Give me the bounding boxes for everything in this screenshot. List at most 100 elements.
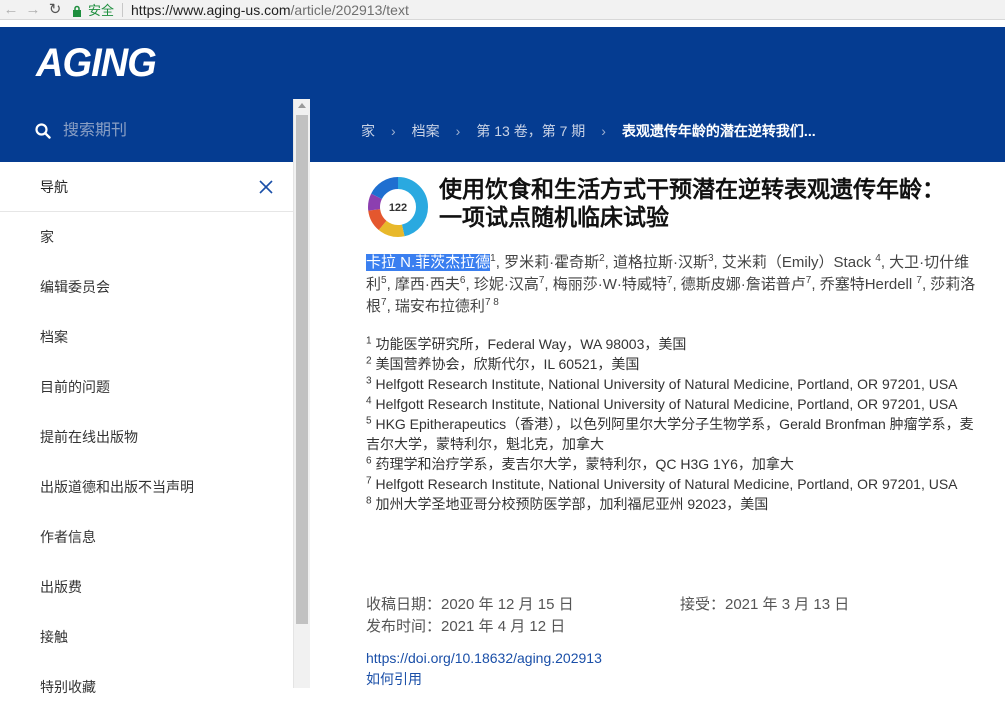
url-field[interactable]: 安全 https://www.aging-us.com/article/2029… — [72, 0, 409, 20]
affiliation-text: Helfgott Research Institute, National Un… — [375, 376, 958, 392]
author-sup: 7 — [666, 275, 673, 286]
author-name[interactable]: 道格拉斯·汉斯 — [613, 254, 708, 271]
breadcrumb-archive[interactable]: 档案 — [412, 121, 440, 141]
affiliation-text: Helfgott Research Institute, National Un… — [375, 476, 958, 492]
author-name[interactable]: 摩西·西夫 — [395, 276, 460, 293]
sidebar-item-contact[interactable]: 接触 — [0, 612, 293, 662]
breadcrumb-issue[interactable]: 第 13 卷，第 7 期 — [476, 121, 585, 141]
sidebar-item-author-info[interactable]: 作者信息 — [0, 512, 293, 562]
author-name[interactable]: 艾米莉（Emily）Stack — [722, 254, 875, 271]
sidebar-item-label: 编辑委员会 — [40, 279, 110, 295]
article-title: 使用饮食和生活方式干预潜在逆转表观遗传年龄：一项试点随机临床试验 — [439, 177, 945, 231]
breadcrumb-home[interactable]: 家 — [361, 121, 375, 141]
affiliation-item: 6 药理学和治疗学系，麦吉尔大学，蒙特利尔，QC H3G 1Y6，加拿大 — [366, 454, 976, 474]
author-sup: 3 — [707, 253, 714, 264]
affiliation-text: Helfgott Research Institute, National Un… — [375, 396, 958, 412]
affiliation-item: 2 美国营养协会，欣斯代尔，IL 60521，美国 — [366, 354, 976, 374]
affiliation-text: 功能医学研究所，Federal Way，WA 98003，美国 — [375, 336, 687, 352]
affiliation-num: 7 — [366, 475, 372, 487]
author-sup: 7 — [538, 275, 545, 286]
sidebar-item-label: 特别收藏 — [40, 679, 96, 695]
search-box — [0, 99, 293, 162]
author-list: 卡拉 N.菲茨杰拉德1, 罗米莉·霍奇斯2, 道格拉斯·汉斯3, 艾米莉（Emi… — [366, 253, 976, 315]
sidebar-item-label: 档案 — [40, 329, 68, 345]
author-name[interactable]: 罗米莉·霍奇斯 — [504, 254, 599, 271]
sidebar-item-ethics[interactable]: 出版道德和出版不当声明 — [0, 462, 293, 512]
affiliation-num: 6 — [366, 455, 372, 467]
scroll-up-arrow-icon[interactable] — [298, 103, 306, 108]
breadcrumb: 家 › 档案 › 第 13 卷，第 7 期 › 表观遗传年龄的潜在逆转我们... — [310, 99, 1005, 162]
chevron-right-icon: › — [601, 122, 606, 139]
scroll-thumb[interactable] — [296, 115, 308, 624]
nav-header: 导航 — [0, 162, 293, 212]
author-sup: 7 — [805, 275, 812, 286]
affiliation-item: 8 加州大学圣地亚哥分校预防医学部，加利福尼亚州 92023，美国 — [366, 494, 976, 514]
sidebar-item-label: 目前的问题 — [40, 379, 110, 395]
article-main: 122 使用饮食和生活方式干预潜在逆转表观遗传年龄：一项试点随机临床试验 卡拉 … — [310, 162, 1005, 688]
sidebar-item-label: 出版道德和出版不当声明 — [40, 479, 194, 495]
author-name[interactable]: 瑞安布拉德利 — [395, 298, 485, 315]
affiliation-item: 7 Helfgott Research Institute, National … — [366, 474, 976, 494]
reload-icon[interactable]: ↻ — [44, 0, 66, 20]
aging-logo[interactable]: AGING — [36, 41, 157, 85]
affiliation-list: 1 功能医学研究所，Federal Way，WA 98003，美国 2 美国营养… — [366, 334, 976, 514]
sidebar-item-current-issue[interactable]: 目前的问题 — [0, 362, 293, 412]
article-dates: 收稿日期：2020 年 12 月 15 日 接受：2021 年 3 月 13 日… — [366, 594, 976, 638]
chevron-right-icon: › — [391, 122, 396, 139]
sidebar-item-archive[interactable]: 档案 — [0, 312, 293, 362]
author-name[interactable]: 德斯皮娜·詹诺普卢 — [681, 276, 806, 293]
author-name[interactable]: 珍妮·汉高 — [474, 276, 539, 293]
altmetric-donut-badge[interactable]: 122 — [365, 174, 431, 240]
forward-arrow-icon[interactable]: → — [22, 0, 44, 20]
author-name[interactable]: 乔塞特Herdell — [820, 276, 917, 293]
search-icon[interactable] — [35, 122, 51, 139]
sidebar-item-home[interactable]: 家 — [0, 212, 293, 262]
sidebar-item-label: 家 — [40, 229, 54, 245]
affiliation-text: HKG Epitherapeutics（香港），以色列阿里尔大学分子生物学系，G… — [366, 416, 974, 452]
lock-icon — [73, 5, 81, 17]
doi-link[interactable]: https://doi.org/10.18632/aging.202913 — [366, 650, 602, 666]
affiliation-item: 1 功能医学研究所，Federal Way，WA 98003，美国 — [366, 334, 976, 354]
url-host: https://www.aging-us.com — [131, 1, 291, 18]
divider — [122, 2, 124, 17]
sidebar-item-editorial-board[interactable]: 编辑委员会 — [0, 262, 293, 312]
secure-label: 安全 — [88, 3, 115, 18]
author-sup: 6 — [459, 275, 466, 286]
affiliation-text: 美国营养协会，欣斯代尔，IL 60521，美国 — [375, 356, 640, 372]
author-sup: 5 — [381, 275, 387, 286]
affiliation-text: 药理学和治疗学系，麦吉尔大学，蒙特利尔，QC H3G 1Y6，加拿大 — [375, 456, 794, 472]
sidebar-item-special-collections[interactable]: 特别收藏 — [0, 662, 293, 712]
affiliation-item: 4 Helfgott Research Institute, National … — [366, 394, 976, 414]
chevron-right-icon: › — [455, 122, 461, 139]
affiliation-num: 8 — [366, 495, 372, 507]
url-text[interactable]: https://www.aging-us.com/article/202913/… — [131, 2, 409, 18]
sidebar-item-label: 作者信息 — [40, 529, 96, 545]
received-date: 收稿日期：2020 年 12 月 15 日 — [366, 596, 574, 613]
back-arrow-icon[interactable]: ← — [0, 0, 22, 20]
site-header: AGING — [0, 27, 1005, 99]
affiliation-item: 3 Helfgott Research Institute, National … — [366, 374, 976, 394]
sidebar-item-advance-online[interactable]: 提前在线出版物 — [0, 412, 293, 462]
affiliation-text: 加州大学圣地亚哥分校预防医学部，加利福尼亚州 92023，美国 — [375, 496, 769, 512]
browser-address-bar: ← → ↻ 安全 https://www.aging-us.com/articl… — [0, 0, 1005, 20]
author-sup: 7 — [381, 297, 387, 308]
accepted-date: 接受：2021 年 3 月 13 日 — [680, 596, 850, 613]
author-sup: 1 — [490, 253, 496, 264]
author-sup: 7 — [916, 275, 922, 286]
affiliation-num: 3 — [366, 375, 372, 387]
sidebar-item-fees[interactable]: 出版费 — [0, 562, 293, 612]
affiliation-num: 2 — [366, 355, 372, 367]
author-name[interactable]: 梅丽莎·W·特威特 — [553, 276, 667, 293]
author-sup: 4 — [875, 253, 881, 264]
author-name[interactable]: 卡拉 N.菲茨杰拉德 — [366, 254, 491, 271]
close-icon[interactable] — [259, 179, 273, 194]
sidebar-item-label: 提前在线出版物 — [40, 429, 138, 445]
how-to-cite-link[interactable]: 如何引用 — [366, 669, 422, 689]
search-input[interactable] — [63, 121, 283, 140]
author-sup: 7 8 — [484, 297, 499, 308]
sidebar-scrollbar[interactable] — [293, 99, 310, 688]
affiliation-item: 5 HKG Epitherapeutics（香港），以色列阿里尔大学分子生物学系… — [366, 414, 976, 454]
breadcrumb-current: 表观遗传年龄的潜在逆转我们... — [621, 122, 816, 139]
author-sup: 2 — [599, 253, 605, 264]
sidebar: 导航 家 编辑委员会 档案 目前的问题 提前在线出版物 出版道德和出版不当声明 … — [0, 99, 293, 695]
